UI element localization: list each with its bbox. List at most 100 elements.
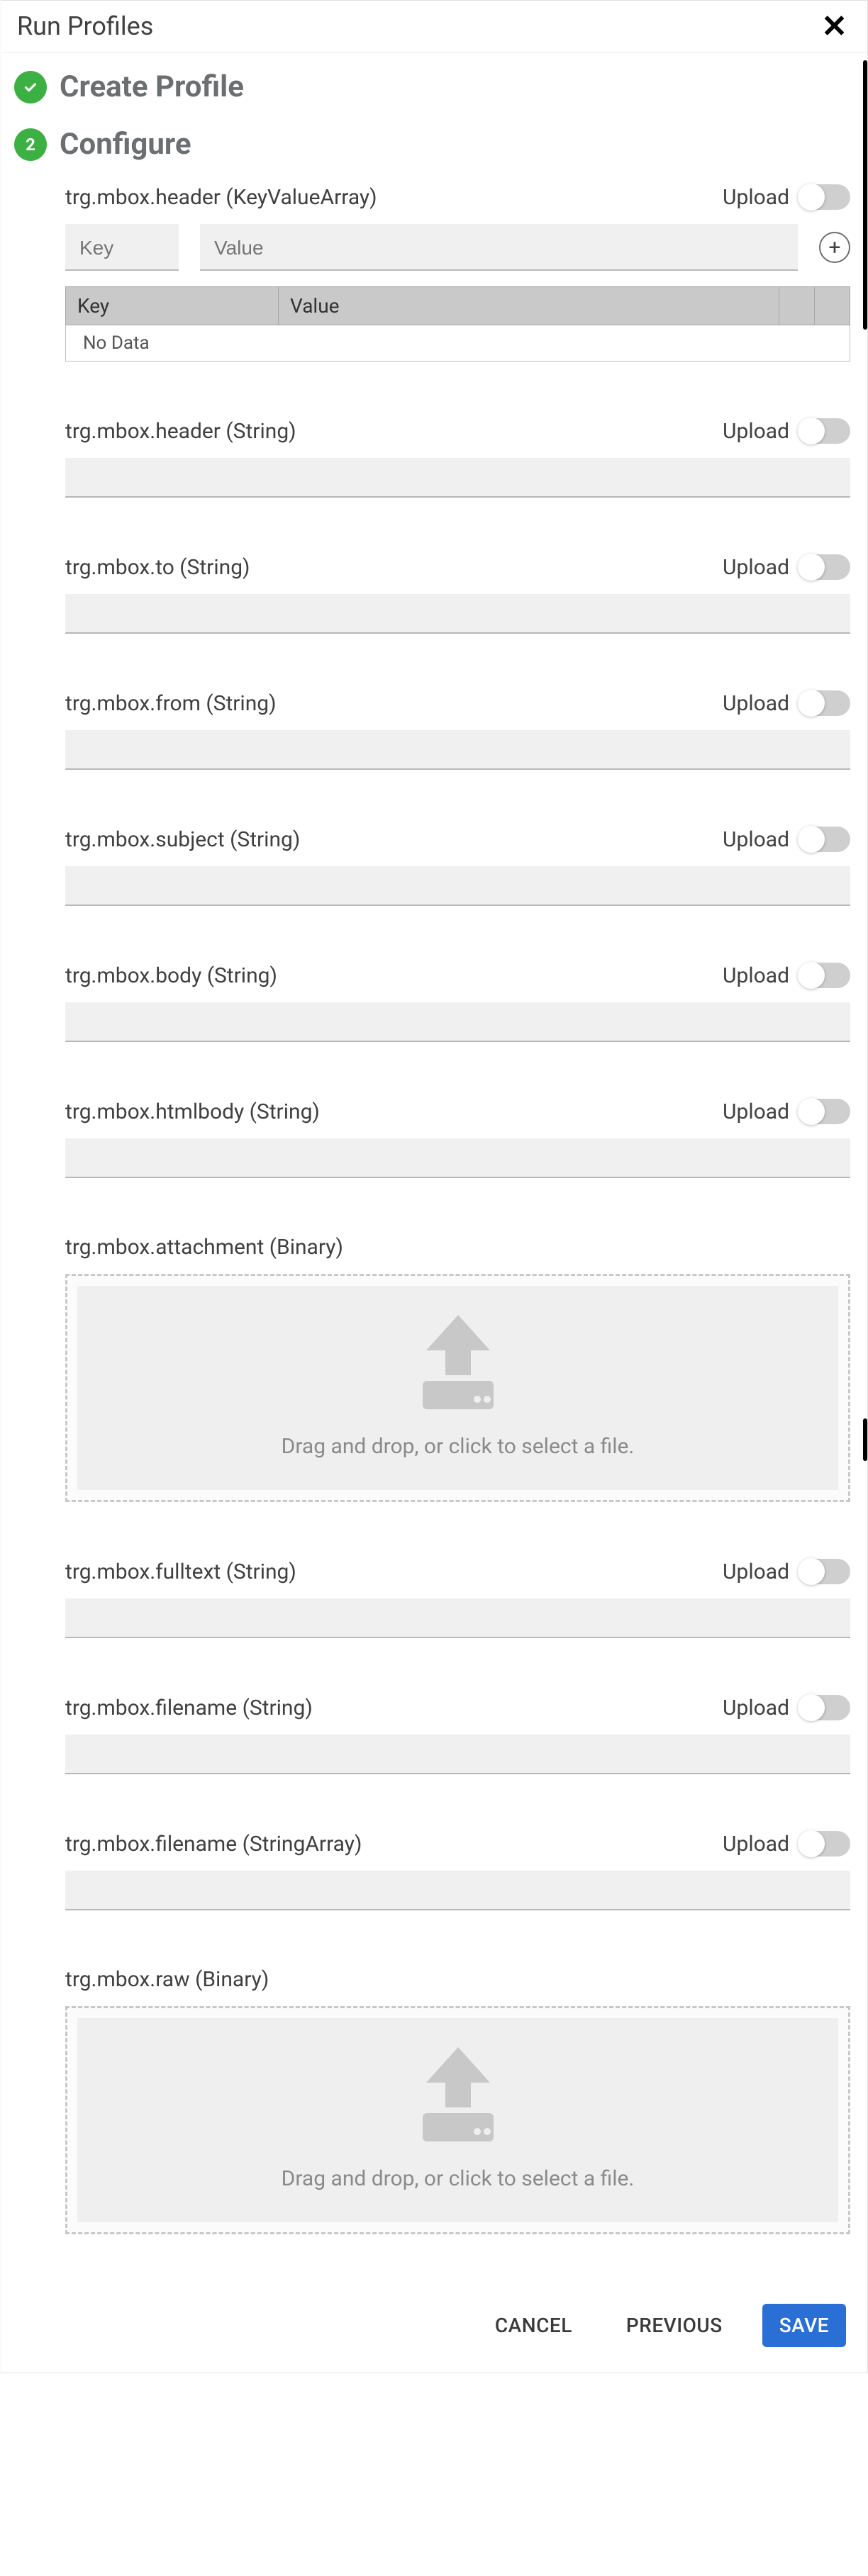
field-label: trg.mbox.body (String) <box>65 963 277 988</box>
upload-toggle[interactable] <box>799 1695 850 1720</box>
table-header-value: Value <box>279 287 779 325</box>
upload-toggle[interactable] <box>799 827 850 852</box>
upload-toggle-group: Upload <box>723 1695 850 1720</box>
upload-label: Upload <box>723 691 789 716</box>
upload-label: Upload <box>723 827 789 852</box>
toggle-knob <box>798 184 825 211</box>
string-input[interactable] <box>65 594 850 634</box>
save-button[interactable]: SAVE <box>762 2304 846 2347</box>
upload-label: Upload <box>723 963 789 988</box>
step-badge-number: 2 <box>14 128 47 161</box>
string-input[interactable] <box>65 1598 850 1638</box>
dropzone-text: Drag and drop, or click to select a file… <box>282 1434 635 1459</box>
string-input[interactable] <box>65 730 850 770</box>
field-header: trg.mbox.attachment (Binary) <box>65 1235 850 1260</box>
toggle-knob <box>798 826 825 853</box>
footer-actions: CANCEL PREVIOUS SAVE <box>1 2291 867 2358</box>
toggle-knob <box>798 1558 825 1585</box>
upload-label: Upload <box>723 1099 789 1124</box>
upload-toggle[interactable] <box>799 554 850 580</box>
file-dropzone[interactable]: Drag and drop, or click to select a file… <box>65 2006 850 2234</box>
upload-toggle[interactable] <box>799 963 850 988</box>
plus-icon: + <box>828 235 840 260</box>
key-input[interactable] <box>65 224 179 271</box>
field-header: trg.mbox.header (String) Upload <box>65 418 850 444</box>
field-label: trg.mbox.htmlbody (String) <box>65 1099 320 1124</box>
upload-toggle[interactable] <box>799 418 850 444</box>
field-block: trg.mbox.fulltext (String)Upload <box>65 1559 850 1638</box>
field-block: trg.mbox.header (String) Upload <box>65 418 850 498</box>
toggle-knob <box>798 554 825 581</box>
field-header: trg.mbox.htmlbody (String) Upload <box>65 1099 850 1124</box>
field-block: trg.mbox.filename (StringArray)Upload <box>65 1831 850 1910</box>
toggle-knob <box>798 1098 825 1125</box>
string-input[interactable] <box>65 458 850 498</box>
scrollbar[interactable] <box>863 1418 867 1461</box>
upload-label: Upload <box>723 419 789 444</box>
string-input[interactable] <box>65 1871 850 1910</box>
keyvalue-table: KeyValueNo Data <box>65 286 850 362</box>
string-input[interactable] <box>65 1002 850 1042</box>
field-label: trg.mbox.header (String) <box>65 419 296 444</box>
upload-label: Upload <box>723 1696 789 1720</box>
previous-button[interactable]: PREVIOUS <box>612 2304 737 2347</box>
upload-toggle[interactable] <box>799 1099 850 1124</box>
no-data-cell: No Data <box>66 325 850 362</box>
upload-toggle[interactable] <box>799 1831 850 1857</box>
field-label: trg.mbox.from (String) <box>65 691 277 716</box>
upload-toggle-group: Upload <box>723 690 850 716</box>
cancel-button[interactable]: CANCEL <box>481 2304 586 2347</box>
step-label: Create Profile <box>60 69 244 104</box>
field-block: trg.mbox.attachment (Binary) Drag and dr… <box>65 1235 850 1502</box>
upload-label: Upload <box>723 1832 789 1857</box>
run-profiles-panel: Run Profiles ✕ Create Profile 2 Configur… <box>0 0 868 2373</box>
field-header: trg.mbox.header (KeyValueArray)Upload <box>65 184 850 210</box>
upload-toggle-group: Upload <box>723 827 850 852</box>
upload-icon <box>398 2044 518 2146</box>
field-header: trg.mbox.body (String) Upload <box>65 963 850 988</box>
field-header: trg.mbox.to (String) Upload <box>65 554 850 580</box>
field-header: trg.mbox.raw (Binary) <box>65 1967 850 1992</box>
upload-toggle[interactable] <box>799 184 850 210</box>
field-label: trg.mbox.attachment (Binary) <box>65 1235 343 1260</box>
dropzone-inner: Drag and drop, or click to select a file… <box>77 1286 838 1490</box>
toggle-knob <box>798 418 825 444</box>
string-input[interactable] <box>65 1138 850 1178</box>
field-label: trg.mbox.filename (String) <box>65 1696 313 1720</box>
string-input[interactable] <box>65 1735 850 1774</box>
upload-toggle[interactable] <box>799 1559 850 1584</box>
field-label: trg.mbox.to (String) <box>65 555 250 580</box>
upload-toggle-group: Upload <box>723 963 850 988</box>
step-create-profile[interactable]: Create Profile <box>14 65 852 123</box>
toggle-knob <box>798 1694 825 1721</box>
dropzone-inner: Drag and drop, or click to select a file… <box>77 2018 838 2222</box>
field-label: trg.mbox.header (KeyValueArray) <box>65 185 377 210</box>
step-configure[interactable]: 2 Configure <box>14 123 852 180</box>
toggle-knob <box>798 1830 825 1857</box>
upload-toggle-group: Upload <box>723 1559 850 1584</box>
scrollbar[interactable] <box>863 60 867 330</box>
field-block: trg.mbox.to (String) Upload <box>65 554 850 634</box>
close-button[interactable]: ✕ <box>821 11 847 42</box>
upload-toggle[interactable] <box>799 690 850 716</box>
table-header-blank <box>779 287 815 325</box>
toggle-knob <box>798 690 825 717</box>
panel-title: Run Profiles <box>17 11 153 41</box>
field-header: trg.mbox.from (String) Upload <box>65 690 850 716</box>
field-header: trg.mbox.subject (String)Upload <box>65 827 850 852</box>
table-header-blank <box>815 287 850 325</box>
value-input[interactable] <box>200 224 798 271</box>
upload-label: Upload <box>723 1559 789 1584</box>
upload-label: Upload <box>723 555 789 580</box>
upload-toggle-group: Upload <box>723 1099 850 1124</box>
file-dropzone[interactable]: Drag and drop, or click to select a file… <box>65 1274 850 1502</box>
table-row: No Data <box>66 325 850 362</box>
step-label: Configure <box>60 127 191 162</box>
upload-toggle-group: Upload <box>723 1831 850 1857</box>
field-block: trg.mbox.raw (Binary) Drag and drop, or … <box>65 1967 850 2234</box>
string-input[interactable] <box>65 866 850 906</box>
wizard-steps: Create Profile 2 Configure <box>1 52 867 184</box>
field-label: trg.mbox.raw (Binary) <box>65 1967 269 1992</box>
upload-icon <box>398 1311 518 1414</box>
add-keyvalue-button[interactable]: + <box>819 232 850 263</box>
